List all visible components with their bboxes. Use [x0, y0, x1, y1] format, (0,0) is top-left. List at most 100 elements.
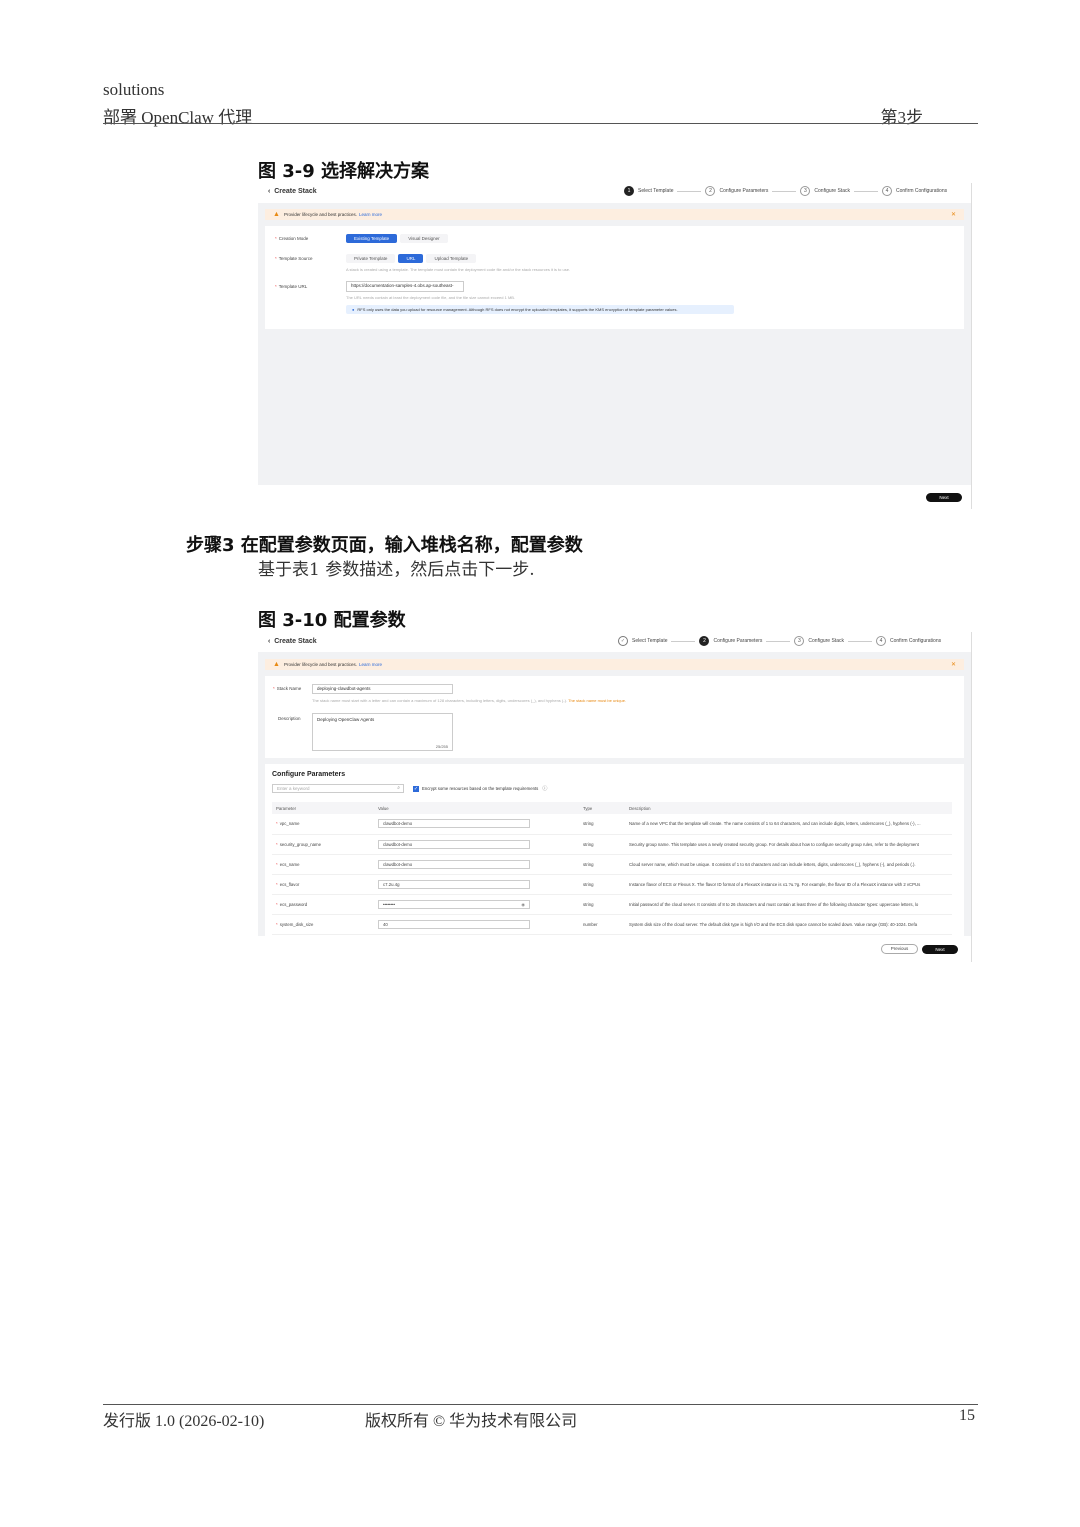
stack-name-input[interactable]: deploying-clawdbot-agents — [312, 684, 453, 694]
params-title: Configure Parameters — [272, 771, 346, 778]
step-label: Configure Stack — [808, 638, 844, 644]
column-header: Parameter — [272, 802, 374, 814]
header-doc-name: solutions — [103, 80, 165, 99]
creation-mode-label: * Creation Mode — [275, 236, 309, 241]
upload-template-option[interactable]: Upload Template — [426, 254, 477, 263]
search-icon: ⌕ — [397, 785, 400, 791]
footer-divider — [103, 1404, 978, 1405]
template-url-label: * Template URL — [275, 284, 308, 289]
private-template-option[interactable]: Private Template — [346, 254, 396, 263]
parameters-table: Parameter Value Type Description * vpc_na… — [272, 802, 952, 935]
table-row: * vpc_name clawdbot-demo string Name of a… — [272, 814, 952, 835]
parameters-panel: Configure Parameters Enter a keyword ⌕ ✓… — [265, 764, 964, 936]
info-bar: ● RFS only uses the data you upload for r… — [346, 305, 734, 314]
param-type: string — [579, 814, 625, 835]
screenshot-select-template: ‹ Create Stack 1 Select Template 2 Configu… — [258, 183, 972, 509]
figure-caption-3-10: 图 3-10 配置参数 — [258, 610, 406, 631]
figure-caption-3-9: 图 3-9 选择解决方案 — [258, 161, 430, 182]
param-value-input[interactable]: 40 — [378, 919, 530, 929]
next-button[interactable]: Next — [926, 493, 962, 502]
step-label: Select Template — [638, 188, 674, 194]
footer-copyright: 版权所有 © 华为技术有限公司 — [365, 1413, 578, 1430]
previous-button[interactable]: Previous — [881, 944, 918, 954]
description-textarea[interactable]: Deploying OpenClaw Agents 25/255 — [312, 713, 453, 751]
step-label: Confirm Configurations — [895, 188, 948, 194]
param-value-input[interactable]: clawdbot-demo — [378, 859, 530, 869]
eye-icon[interactable]: ◉ — [521, 901, 525, 908]
table-row: * ecs_name clawdbot-demo string Cloud ser… — [272, 854, 952, 875]
step-label: Configure Stack — [814, 188, 850, 194]
lifecycle-banner: ▲ Provider lifecycle and best practices.… — [265, 209, 964, 220]
param-name: vpc_name — [279, 821, 300, 827]
header-chapter: 部署 OpenClaw 代理 — [103, 108, 253, 127]
param-name: security_group_name — [279, 841, 322, 847]
template-source-toggle: Private Template URL Upload Template — [346, 254, 479, 263]
url-option[interactable]: URL — [398, 254, 424, 263]
wizard-steps: ✓ Select Template 2 Configure Parameters 3… — [618, 636, 945, 646]
warning-icon: ▲ — [273, 211, 280, 218]
column-header: Type — [579, 802, 625, 814]
wizard-steps: 1 Select Template 2 Configure Parameters 3… — [624, 186, 951, 196]
header-step: 第3步 — [880, 108, 924, 127]
param-type: number — [579, 914, 625, 935]
table-row: * security_group_name clawdbot-demo strin… — [272, 834, 952, 855]
lifecycle-banner: ▲ Provider lifecycle and best practices.… — [265, 659, 964, 670]
url-hint: The URL needs contain at least the deplo… — [346, 295, 516, 300]
param-name: ecs_password — [279, 901, 308, 907]
param-type: string — [579, 834, 625, 855]
step-label: Configure Parameters — [719, 188, 769, 194]
stack-name-warning: The stack name must be unique. — [568, 698, 627, 703]
next-button[interactable]: Next — [922, 945, 958, 954]
close-icon[interactable]: ✕ — [951, 661, 956, 668]
header-divider — [103, 123, 978, 124]
table-row: * ecs_password •••••••• ◉ string Initial p… — [272, 894, 952, 915]
source-hint: A stack is created using a template. The… — [346, 267, 571, 272]
checkbox-checked-icon[interactable]: ✓ — [413, 785, 419, 792]
page-number: 15 — [959, 1407, 975, 1424]
password-input[interactable]: •••••••• ◉ — [378, 899, 530, 909]
screenshot-configure-parameters: ‹ Create Stack ✓ Select Template 2 Configu… — [258, 632, 972, 962]
param-description: Initial password of the cloud server. It… — [629, 901, 919, 907]
back-button[interactable]: ‹ Create Stack — [268, 638, 317, 645]
step-label: Configure Parameters — [713, 638, 763, 644]
table-header-row: Parameter Value Type Description — [272, 802, 952, 814]
warning-icon: ▲ — [273, 661, 280, 668]
param-name: ecs_flavor — [279, 881, 300, 887]
help-icon[interactable]: ⓘ — [542, 785, 547, 792]
template-url-input[interactable]: https://documentation-samples-4.obs.ap-s… — [346, 281, 464, 292]
template-form: * Creation Mode Existing Template Visual … — [265, 226, 964, 329]
stack-info-form: * Stack Name deploying-clawdbot-agents Th… — [265, 676, 964, 758]
template-source-label: * Template Source — [275, 256, 313, 261]
creation-mode-toggle: Existing Template Visual Designer — [346, 234, 451, 243]
param-description: Security group name. This template uses … — [629, 841, 919, 847]
learn-more-link[interactable]: Learn more — [359, 662, 382, 667]
existing-template-option[interactable]: Existing Template — [346, 234, 398, 243]
visual-designer-option[interactable]: Visual Designer — [400, 234, 448, 243]
learn-more-link[interactable]: Learn more — [359, 212, 382, 217]
param-description: Instance flavor of ECS or Flexus X. The … — [629, 881, 921, 887]
description-label: Description — [278, 716, 301, 721]
column-header: Description — [625, 802, 952, 814]
step-label: Confirm Configurations — [889, 638, 942, 644]
char-counter: 25/255 — [435, 744, 448, 749]
param-type: string — [579, 874, 625, 895]
param-description: Cloud server name, which must be unique.… — [629, 861, 916, 867]
param-type: string — [579, 894, 625, 915]
footer-edition: 发行版 1.0 (2026-02-10) — [103, 1413, 265, 1430]
param-value-input[interactable]: c7.2u.4g — [378, 879, 530, 889]
stack-name-hint: The stack name must start with a letter … — [312, 698, 627, 703]
param-type: string — [579, 854, 625, 875]
table-row: * ecs_flavor c7.2u.4g string Instance fla… — [272, 874, 952, 895]
encrypt-option[interactable]: ✓ Encrypt some resources based on the te… — [413, 785, 547, 792]
info-icon: ● — [352, 307, 355, 312]
param-name: system_disk_size — [279, 921, 314, 927]
param-value-input[interactable]: clawdbot-demo — [378, 839, 530, 849]
param-value-input[interactable]: clawdbot-demo — [378, 819, 530, 829]
parameter-search-input[interactable]: Enter a keyword ⌕ — [272, 784, 404, 793]
back-button[interactable]: ‹ Create Stack — [268, 188, 317, 195]
step-label: Select Template — [632, 638, 668, 644]
stack-name-label: * Stack Name — [273, 686, 302, 691]
param-description: System disk size of the cloud server. Th… — [629, 921, 918, 927]
close-icon[interactable]: ✕ — [951, 211, 956, 218]
column-header: Value — [374, 802, 579, 814]
